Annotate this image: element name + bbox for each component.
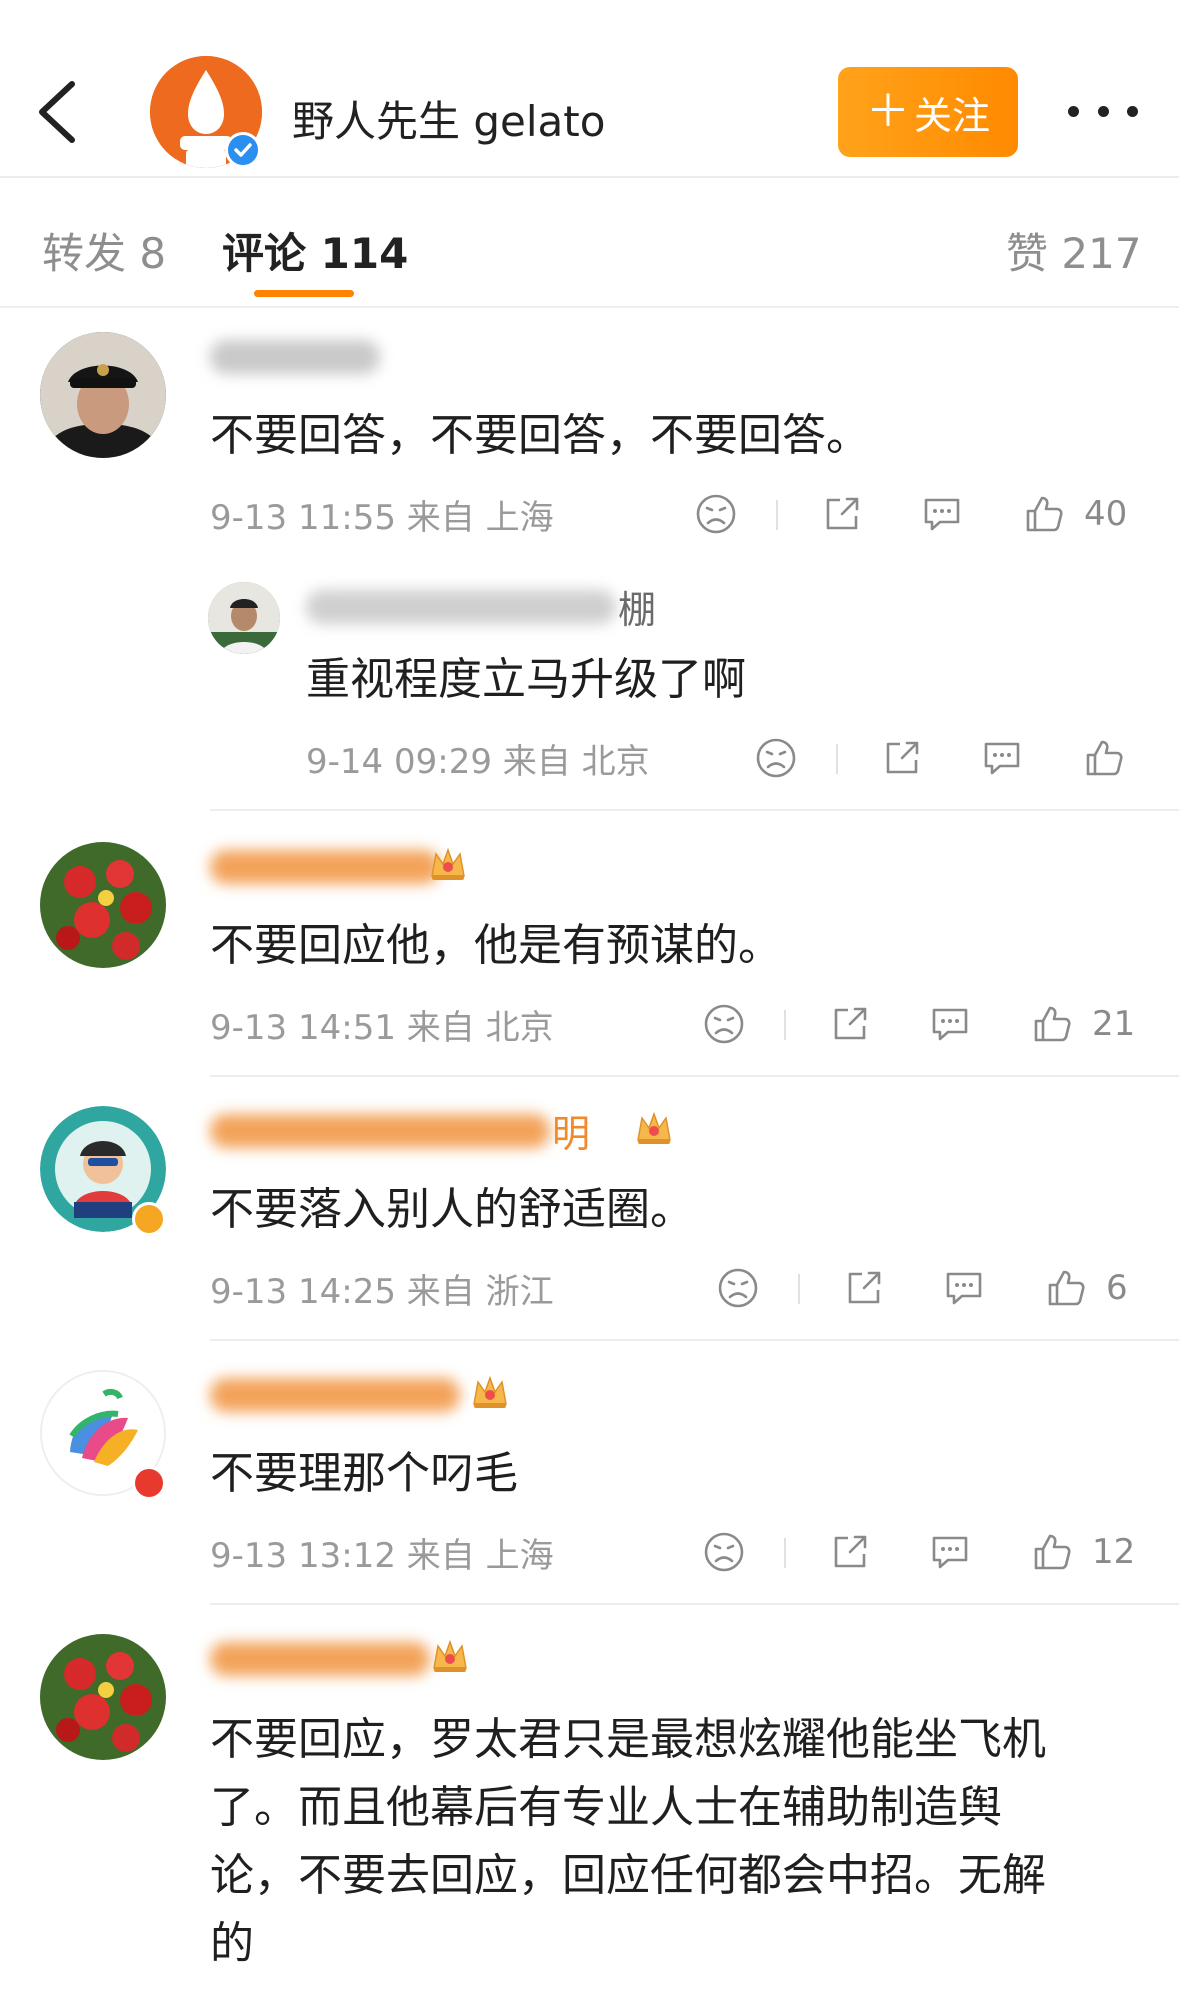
crown-badge-icon [430, 1638, 470, 1674]
like-count: 12 [1092, 1532, 1136, 1572]
comment-text: 不要回应他，他是有预谋的。 [210, 920, 782, 971]
follow-button[interactable]: ＋ 关注 [838, 67, 1018, 157]
commenter-name-blurred[interactable] [210, 340, 380, 374]
crown-badge-icon [470, 1374, 510, 1410]
comment-text-line: 的 [210, 1918, 254, 1969]
separator [776, 500, 778, 530]
crown-badge-icon [634, 1110, 674, 1146]
commenter-avatar[interactable] [40, 1634, 166, 1760]
chevron-left-icon [39, 81, 75, 143]
commenter-name-blurred[interactable] [210, 850, 440, 884]
separator [784, 1538, 786, 1568]
comment-meta: 9-13 13:12 来自 上海 [210, 1536, 554, 1576]
top-navigation-bar: 野人先生 gelato ＋ 关注 [0, 0, 1179, 178]
reply-icon[interactable] [942, 1266, 986, 1310]
weibo-comments-screen: 野人先生 gelato ＋ 关注 转发 8 评论 114 赞 217 不要回答，… [0, 0, 1179, 1996]
reply-icon[interactable] [980, 736, 1024, 780]
tab-bar: 转发 8 评论 114 赞 217 [0, 180, 1179, 308]
reply-name-blurred[interactable] [306, 590, 616, 624]
tab-comments[interactable]: 评论 114 [222, 220, 408, 281]
commenter-name-blurred[interactable] [210, 1642, 430, 1676]
more-dot [1127, 105, 1138, 117]
like-icon[interactable] [1030, 1002, 1074, 1046]
commenter-avatar[interactable] [40, 332, 166, 458]
verified-badge-icon [132, 1202, 166, 1236]
separator [836, 744, 838, 774]
comment-text: 不要回答，不要回答，不要回答。 [210, 410, 870, 461]
dislike-icon[interactable] [702, 1530, 746, 1574]
plus-icon: ＋ [865, 86, 910, 137]
comment-divider [210, 1339, 1179, 1341]
comment-divider [210, 1075, 1179, 1077]
back-button[interactable] [28, 76, 88, 148]
active-tab-indicator [254, 290, 354, 297]
tab-repost[interactable]: 转发 8 [42, 220, 166, 281]
commenter-name-tail: 明 [552, 1112, 591, 1156]
separator [784, 1010, 786, 1040]
commenter-avatar[interactable] [40, 842, 166, 968]
like-count: 40 [1084, 494, 1128, 534]
like-count: 6 [1106, 1268, 1128, 1308]
vip-badge-icon [132, 1466, 166, 1500]
share-icon[interactable] [842, 1266, 886, 1310]
like-icon[interactable] [1022, 492, 1066, 536]
comment-divider [210, 809, 1179, 811]
tab-likes[interactable]: 赞 217 [1006, 220, 1142, 281]
dislike-icon[interactable] [702, 1002, 746, 1046]
follow-label: 关注 [913, 93, 990, 138]
more-dot [1068, 105, 1079, 117]
dislike-icon[interactable] [754, 736, 798, 780]
comment-text: 不要落入别人的舒适圈。 [210, 1184, 694, 1235]
comment-text-line: 论，不要去回应，回应任何都会中招。无解 [210, 1850, 1046, 1901]
dislike-icon[interactable] [716, 1266, 760, 1310]
comment-meta: 9-13 11:55 来自 上海 [210, 498, 554, 538]
comment-text: 不要理那个叼毛 [210, 1448, 518, 1499]
like-icon[interactable] [1030, 1530, 1074, 1574]
reply-icon[interactable] [920, 492, 964, 536]
separator [798, 1274, 800, 1304]
comment-meta: 9-13 14:25 来自 浙江 [210, 1272, 554, 1312]
reply-avatar[interactable] [208, 582, 280, 654]
like-icon[interactable] [1044, 1266, 1088, 1310]
reply-name-tail: 棚 [618, 588, 657, 632]
account-name[interactable]: 野人先生 gelato [292, 88, 605, 149]
verified-badge-icon [225, 132, 261, 168]
share-icon[interactable] [880, 736, 924, 780]
dislike-icon[interactable] [694, 492, 738, 536]
share-icon[interactable] [820, 492, 864, 536]
comment-meta: 9-13 14:51 来自 北京 [210, 1008, 554, 1048]
share-icon[interactable] [828, 1002, 872, 1046]
crown-badge-icon [428, 846, 468, 882]
reply-icon[interactable] [928, 1530, 972, 1574]
more-dot [1097, 105, 1109, 117]
more-button[interactable] [1068, 96, 1138, 126]
like-icon[interactable] [1082, 736, 1126, 780]
commenter-name-blurred[interactable] [210, 1378, 460, 1412]
reply-text: 重视程度立马升级了啊 [306, 654, 746, 705]
comment-text-line: 了。而且他幕后有专业人士在辅助制造舆 [210, 1782, 1002, 1833]
commenter-name-blurred[interactable] [210, 1114, 550, 1148]
comment-text-line: 不要回应，罗太君只是最想炫耀他能坐飞机 [210, 1714, 1046, 1765]
comment-divider [210, 1603, 1179, 1605]
like-count: 21 [1092, 1004, 1136, 1044]
reply-meta: 9-14 09:29 来自 北京 [306, 742, 650, 782]
share-icon[interactable] [828, 1530, 872, 1574]
reply-icon[interactable] [928, 1002, 972, 1046]
